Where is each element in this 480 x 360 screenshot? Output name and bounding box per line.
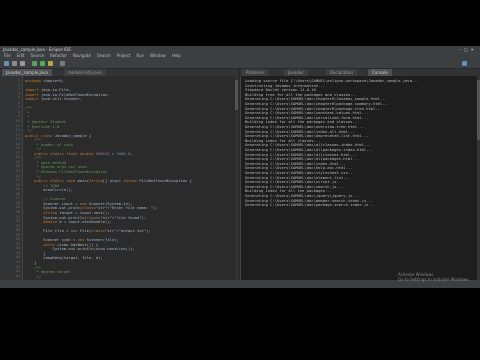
line-number: 43: [15, 269, 20, 274]
search-icon[interactable]: [60, 61, 65, 66]
line-number: 8: [17, 109, 20, 114]
tab-editor-active[interactable]: Javadoc_sample.java: [2, 69, 52, 76]
line-number: 5: [17, 96, 20, 101]
menu-item-refactor[interactable]: Refactor: [50, 53, 67, 58]
line-number: 25: [15, 187, 20, 192]
menu-item-project[interactable]: Project: [117, 53, 131, 58]
line-number: 32: [15, 219, 20, 224]
line-number: 44: [15, 273, 20, 278]
line-number: 29: [15, 205, 20, 210]
tab-declaration[interactable]: Declaration: [326, 69, 358, 76]
line-number: 27: [15, 196, 20, 201]
line-number: 31: [15, 214, 20, 219]
line-number: 16: [15, 146, 20, 151]
toolbar: [0, 59, 480, 69]
line-number: 28: [15, 200, 20, 205]
tab-problems[interactable]: Problems: [242, 69, 269, 76]
run-icon[interactable]: [40, 61, 45, 66]
line-number: 11: [15, 123, 20, 128]
line-number: 40: [15, 255, 20, 260]
line-number: 18: [15, 155, 20, 160]
line-number: 42: [15, 264, 20, 269]
menu-item-window[interactable]: Window: [150, 53, 166, 58]
print-icon[interactable]: [20, 61, 25, 66]
line-number: 36: [15, 237, 20, 242]
code-line: package chapter6;: [25, 78, 64, 83]
debug-icon[interactable]: [32, 61, 37, 66]
line-number: 26: [15, 191, 20, 196]
code-line: showData(target, file, d);: [25, 255, 103, 261]
code-line: File file = new File(class="str">"output…: [25, 228, 151, 234]
editor-scrollbar[interactable]: [235, 76, 238, 280]
watermark-line2: Go to Settings to activate Windows.: [398, 277, 470, 282]
code-editor[interactable]: 1 2 3 4 5 6 7 8 9 10 11 12 13 14 15 16 17 18 19 20 21 22 23 24 2…: [0, 76, 238, 280]
line-number: 41: [15, 260, 20, 264]
save-icon[interactable]: [12, 61, 17, 66]
menu-item-file[interactable]: File: [4, 53, 11, 58]
editor-tabs: Javadoc_sample.java module-info.java: [0, 69, 238, 76]
line-number: 30: [15, 209, 20, 214]
line-number: 7: [17, 105, 20, 110]
line-number: 24: [15, 182, 20, 187]
line-number: 33: [15, 223, 20, 228]
line-number: 38: [15, 246, 20, 251]
line-number: 4: [17, 91, 20, 96]
activation-watermark: Activate Windows Go to Settings to activ…: [398, 272, 470, 282]
tab-module-info[interactable]: module-info.java: [64, 69, 106, 76]
line-number: 12: [15, 128, 20, 133]
line-number: 35: [15, 232, 20, 237]
menu-item-navigate[interactable]: Navigate: [73, 53, 91, 58]
console-line: Generating C:\Users\SAMUEL\doc\package-s…: [245, 202, 376, 208]
line-number: 21: [15, 169, 20, 173]
perspective-icon[interactable]: [462, 61, 467, 66]
window-title: Javadoc_sample.java - Eclipse IDE: [3, 47, 71, 52]
menu-item-edit[interactable]: Edit: [17, 53, 25, 58]
menu-item-run[interactable]: Run: [136, 53, 144, 58]
menu-item-source[interactable]: Source: [30, 53, 44, 58]
line-number: 9: [17, 114, 20, 119]
menu-item-help[interactable]: Help: [172, 53, 181, 58]
line-number: 3: [17, 87, 20, 92]
ide-window: Javadoc_sample.java - Eclipse IDE –▢✕ Fi…: [0, 46, 480, 288]
tab-javadoc[interactable]: Javadoc: [284, 69, 308, 76]
title-bar: Javadoc_sample.java - Eclipse IDE –▢✕: [0, 46, 480, 53]
tab-console[interactable]: Console: [368, 69, 392, 76]
line-number: 1: [17, 78, 20, 82]
line-number: 15: [15, 141, 20, 146]
line-number: 17: [15, 150, 20, 155]
window-controls[interactable]: –▢✕: [459, 46, 477, 53]
code-line: */: [25, 273, 42, 279]
code-line: double d = input.nextDouble();: [43, 219, 112, 225]
line-number: 2: [17, 82, 20, 87]
line-number: 10: [15, 118, 20, 123]
line-number: 39: [15, 250, 20, 255]
line-number: 34: [15, 228, 20, 233]
line-number: 6: [17, 100, 20, 105]
new-file-icon[interactable]: [4, 61, 9, 66]
code-line: areaCircle();: [25, 187, 74, 193]
line-number: 37: [15, 241, 20, 246]
code-line: import java.util.Scanner;: [25, 96, 83, 102]
console-output[interactable]: Loading source file C:\Users\SAMUEL\ecli…: [240, 76, 480, 280]
line-number: 13: [15, 132, 20, 137]
line-number: 20: [15, 164, 20, 169]
line-number-gutter: 1 2 3 4 5 6 7 8 9 10 11 12 13 14 15 16 17 18 19 20 21 22 23 24 2…: [0, 76, 23, 280]
menu-item-search[interactable]: Search: [97, 53, 111, 58]
line-number: 14: [15, 137, 20, 142]
code-line: public static final double RADIUS = 1000…: [34, 150, 133, 156]
line-number: 22: [15, 173, 20, 178]
console-tabs: Problems Javadoc Declaration Console: [240, 69, 480, 76]
line-number: 23: [15, 178, 20, 183]
external-tools-icon[interactable]: [48, 61, 53, 66]
line-number: 19: [15, 159, 20, 164]
